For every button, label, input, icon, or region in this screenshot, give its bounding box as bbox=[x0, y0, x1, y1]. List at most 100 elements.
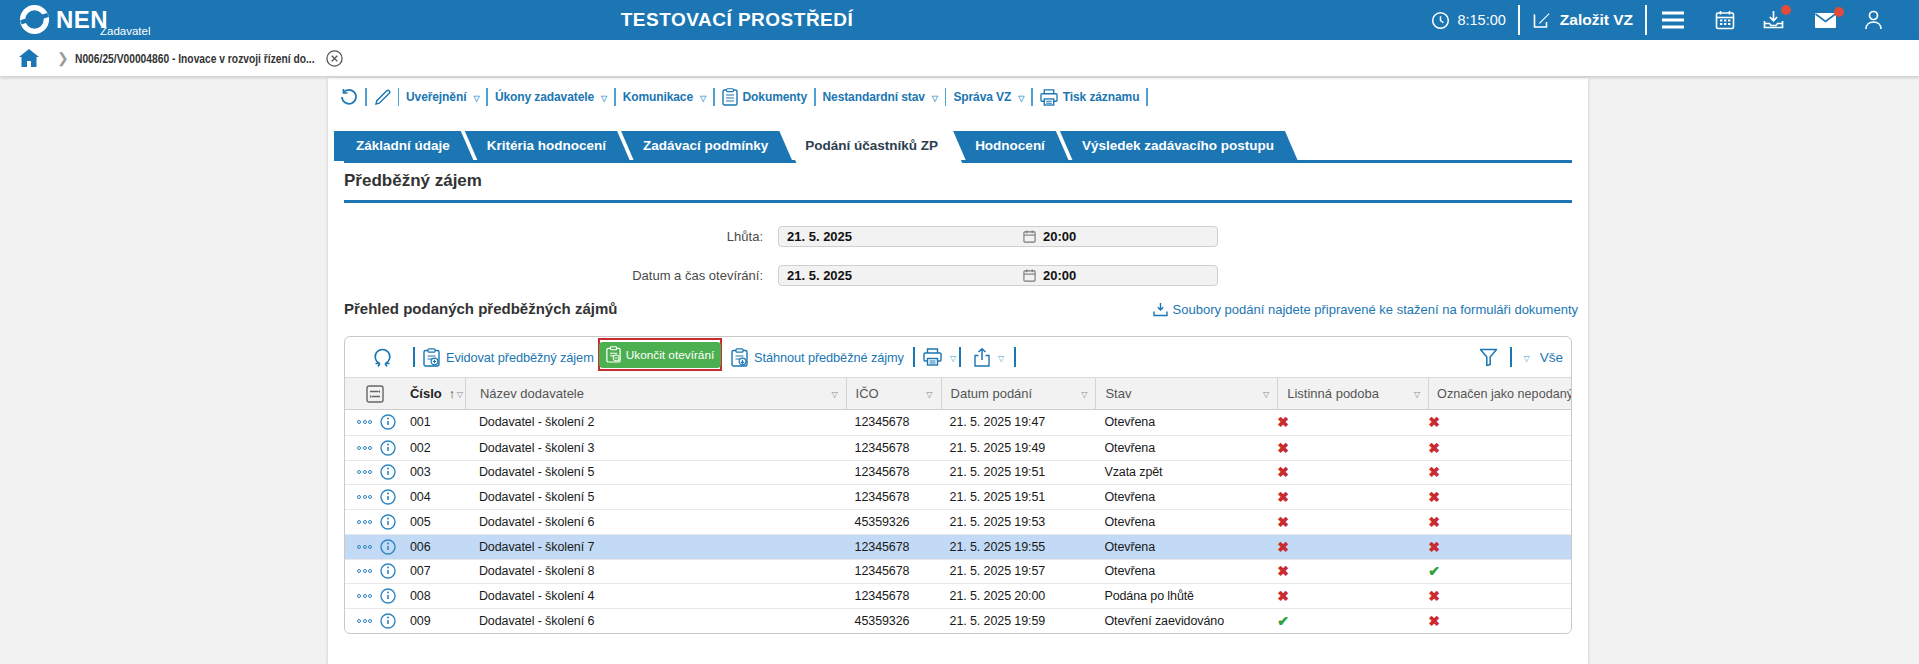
nen-logo[interactable]: NEN bbox=[18, 3, 108, 36]
check-icon: ✔ bbox=[1277, 613, 1289, 629]
column-settings-cell[interactable] bbox=[345, 378, 401, 409]
breadcrumb-close-icon[interactable] bbox=[326, 50, 343, 67]
cell-datum: 21. 5. 2025 19:49 bbox=[941, 441, 1096, 455]
row-info-icon[interactable] bbox=[380, 588, 396, 604]
mail-icon[interactable] bbox=[1814, 12, 1837, 29]
tab-zad-vac-podm-nky[interactable]: Zadávací podmínky bbox=[621, 131, 792, 161]
table-row[interactable]: 003Dodavatel - školení 51234567821. 5. 2… bbox=[345, 460, 1571, 485]
cell-nazev: Dodavatel - školení 6 bbox=[465, 614, 846, 628]
header-cell-stav[interactable]: Stav▽ bbox=[1095, 378, 1277, 409]
row-menu-icon[interactable] bbox=[357, 520, 372, 524]
filter-caret-icon[interactable]: ▽ bbox=[1081, 390, 1087, 399]
calendar-icon[interactable] bbox=[1715, 10, 1735, 30]
filter-icon[interactable] bbox=[1479, 348, 1498, 367]
clipboard-check-icon bbox=[606, 346, 621, 363]
toolbar-item-tisk-z-znamu[interactable]: Tisk záznamu bbox=[1040, 89, 1140, 106]
header-cell-listinna[interactable]: Listinná podoba▽ bbox=[1277, 378, 1428, 409]
cross-icon: ✖ bbox=[1428, 588, 1440, 604]
row-info-icon[interactable] bbox=[380, 514, 396, 530]
menu-icon[interactable] bbox=[1661, 11, 1685, 29]
share-button[interactable]: ▽ bbox=[974, 337, 1004, 377]
cell-ico: 12345678 bbox=[846, 441, 941, 455]
grid-toolbar: Evidovat předběžný zájem Ukončit otevírá… bbox=[345, 337, 1571, 377]
downloads-icon[interactable] bbox=[1763, 10, 1784, 30]
row-info-icon[interactable] bbox=[380, 464, 396, 480]
oteviranie-label: Datum a čas otevírání: bbox=[328, 265, 763, 286]
row-menu-icon[interactable] bbox=[357, 470, 372, 474]
toolbar-item-komunikace[interactable]: Komunikace▽ bbox=[623, 90, 706, 104]
row-info-icon[interactable] bbox=[380, 563, 396, 579]
filter-caret-icon[interactable]: ▽ bbox=[926, 390, 932, 399]
vse-caret-icon[interactable]: ▽ bbox=[1524, 354, 1530, 363]
user-icon[interactable] bbox=[1864, 10, 1883, 30]
header-divider bbox=[1518, 5, 1520, 35]
oteviranie-field[interactable]: 21. 5. 2025 20:00 bbox=[778, 265, 1218, 286]
row-info-icon[interactable] bbox=[380, 489, 396, 505]
row-menu-icon[interactable] bbox=[357, 619, 372, 623]
row-info-icon[interactable] bbox=[380, 414, 396, 430]
tab-z-kladn-daje[interactable]: Základní údaje bbox=[334, 131, 474, 161]
files-download-link[interactable]: Soubory podání najdete připravené ke sta… bbox=[1153, 302, 1578, 317]
table-row[interactable]: 006Dodavatel - školení 71234567821. 5. 2… bbox=[345, 534, 1571, 559]
table-row[interactable]: 007Dodavatel - školení 81234567821. 5. 2… bbox=[345, 559, 1571, 584]
filter-caret-icon[interactable]: ▽ bbox=[1263, 390, 1269, 399]
header-cell-datum[interactable]: Datum podání▽ bbox=[941, 378, 1096, 409]
lhuta-date-value[interactable]: 21. 5. 2025 bbox=[787, 229, 852, 244]
row-menu-icon[interactable] bbox=[357, 495, 372, 499]
cell-datum: 21. 5. 2025 20:00 bbox=[941, 589, 1096, 603]
toolbar-item-dokumenty[interactable]: Dokumenty bbox=[722, 88, 807, 106]
print-button[interactable]: ▽ bbox=[923, 337, 956, 377]
ukoncit-button[interactable]: Ukončit otevírání bbox=[599, 342, 722, 368]
row-menu-icon[interactable] bbox=[357, 446, 372, 450]
toolbar-item-uve-ejn-n-[interactable]: Uveřejnění▽ bbox=[406, 90, 479, 104]
cell-datum: 21. 5. 2025 19:47 bbox=[941, 415, 1096, 429]
row-info-icon[interactable] bbox=[380, 613, 396, 629]
filter-caret-icon[interactable]: ▽ bbox=[1414, 390, 1420, 399]
table-row[interactable]: 002Dodavatel - školení 31234567821. 5. 2… bbox=[345, 435, 1571, 460]
row-menu-icon[interactable] bbox=[357, 594, 372, 598]
tab-hodnocen-[interactable]: Hodnocení bbox=[953, 131, 1069, 161]
header-cell-nazev[interactable]: Název dodavatele▽ bbox=[465, 378, 846, 409]
breadcrumb-item[interactable]: N006/25/V00004860 - Inovace v rozvoji ří… bbox=[75, 51, 315, 66]
cell-datum: 21. 5. 2025 19:53 bbox=[941, 515, 1096, 529]
table-row[interactable]: 009Dodavatel - školení 64535932621. 5. 2… bbox=[345, 608, 1571, 633]
row-menu-icon[interactable] bbox=[357, 545, 372, 549]
oteviranie-time-value[interactable]: 20:00 bbox=[1043, 268, 1076, 283]
stahnout-button[interactable]: Stáhnout předběžné zájmy bbox=[731, 337, 904, 377]
evidovat-button[interactable]: Evidovat předběžný zájem bbox=[423, 337, 594, 377]
tab-pod-n-astn-k-zp[interactable]: Podání účastníků ZP bbox=[783, 131, 962, 163]
row-menu-icon[interactable] bbox=[357, 569, 372, 573]
page-section-title: Předběžný zájem bbox=[344, 171, 482, 191]
printer-icon bbox=[1040, 89, 1058, 106]
table-row[interactable]: 001Dodavatel - školení 21234567821. 5. 2… bbox=[345, 410, 1571, 435]
row-info-icon[interactable] bbox=[380, 440, 396, 456]
toolbar-item-nestandardn-stav[interactable]: Nestandardní stav▽ bbox=[823, 90, 938, 104]
vse-button[interactable]: Vše bbox=[1540, 350, 1563, 365]
toolbar-item--kony-zadavatele[interactable]: Úkony zadavatele▽ bbox=[495, 90, 607, 104]
lhuta-time-value[interactable]: 20:00 bbox=[1043, 229, 1076, 244]
home-icon[interactable] bbox=[19, 49, 39, 67]
watch-icon[interactable] bbox=[373, 337, 392, 377]
filter-caret-icon[interactable]: ▽ bbox=[831, 390, 837, 399]
row-info-icon[interactable] bbox=[380, 539, 396, 555]
table-row[interactable]: 005Dodavatel - školení 64535932621. 5. 2… bbox=[345, 509, 1571, 534]
tab-v-sledek-zad-vac-ho-postupu[interactable]: Výsledek zadávacího postupu bbox=[1060, 131, 1298, 161]
lhuta-field[interactable]: 21. 5. 2025 20:00 bbox=[778, 226, 1218, 247]
tab-krit-ria-hodnocen-[interactable]: Kritéria hodnocení bbox=[465, 131, 630, 161]
breadcrumb-chevron-icon: ❯ bbox=[57, 50, 69, 66]
table-row[interactable]: 004Dodavatel - školení 51234567821. 5. 2… bbox=[345, 484, 1571, 509]
refresh-button[interactable] bbox=[340, 88, 358, 106]
row-menu-icon[interactable] bbox=[357, 420, 372, 424]
table-row[interactable]: 008Dodavatel - školení 41234567821. 5. 2… bbox=[345, 583, 1571, 608]
oteviranie-date-value[interactable]: 21. 5. 2025 bbox=[787, 268, 852, 283]
zalozit-vz-button[interactable]: Založit VZ bbox=[1532, 10, 1633, 30]
filter-caret-icon[interactable]: ▽ bbox=[457, 390, 463, 399]
cell-datum: 21. 5. 2025 19:55 bbox=[941, 540, 1096, 554]
clock-icon bbox=[1431, 11, 1450, 30]
header-cell-cislo[interactable]: Číslo ↑ ▽ bbox=[401, 378, 465, 409]
header-cell-ico[interactable]: IČO▽ bbox=[846, 378, 941, 409]
toolbar-item-spr-va-vz[interactable]: Správa VZ▽ bbox=[953, 90, 1024, 104]
header-cell-oznacen[interactable]: Označen jako nepodaný bbox=[1428, 378, 1571, 409]
edit-record-button[interactable] bbox=[374, 89, 391, 106]
cell-cislo: 003 bbox=[401, 465, 465, 479]
